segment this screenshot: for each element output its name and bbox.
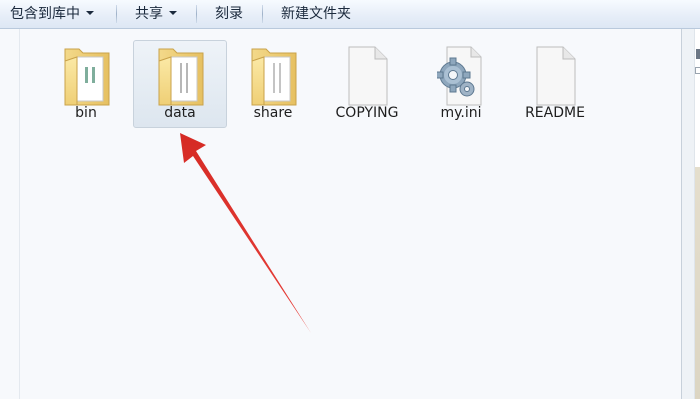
annotation-arrow [180,133,311,333]
